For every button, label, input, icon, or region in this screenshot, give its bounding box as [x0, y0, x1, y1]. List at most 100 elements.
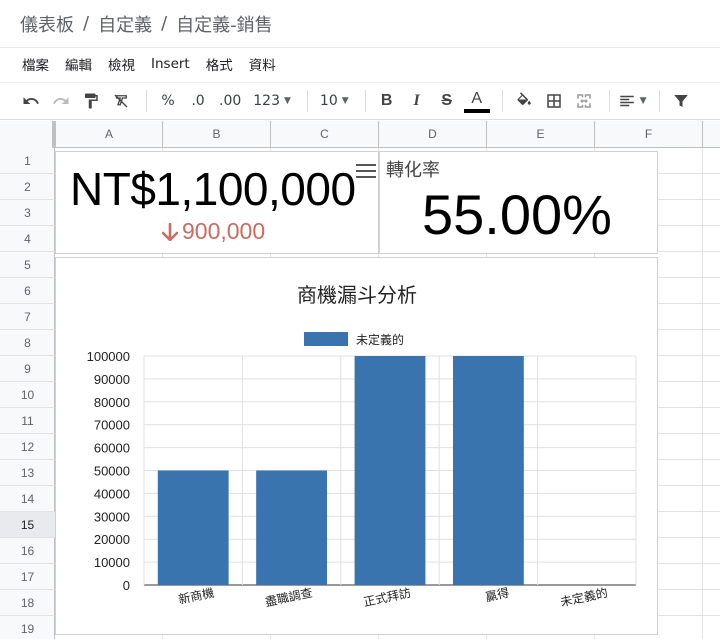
row-header[interactable]: 8: [0, 330, 55, 356]
toolbar-divider: [501, 90, 503, 112]
chevron-down-icon: ▼: [284, 96, 291, 106]
toolbar: % .0 .00 123 ▼ 10 ▼ B I S A ▼: [0, 82, 720, 120]
breadcrumb-separator: /: [161, 13, 168, 34]
revenue-value: NT$1,100,000: [70, 163, 356, 215]
column-header-e[interactable]: E: [486, 121, 594, 148]
row-header-bar: 1 2 3 4 5 6 7 8 9 10 11 12 13 14 15 16 1…: [0, 148, 55, 639]
row-header[interactable]: 13: [0, 460, 55, 486]
select-all-corner[interactable]: [0, 121, 55, 148]
x-tick-label: 贏得: [484, 585, 511, 605]
toolbar-divider: [658, 90, 660, 112]
y-tick-label: 0: [123, 578, 130, 593]
grid-line: [702, 148, 703, 639]
number-format-label: 123: [253, 93, 280, 109]
chart-bar[interactable]: [256, 470, 328, 586]
row-header[interactable]: 12: [0, 434, 55, 460]
row-header[interactable]: 4: [0, 226, 55, 252]
breadcrumb-custom[interactable]: 自定義: [98, 11, 152, 37]
borders-icon[interactable]: [541, 87, 567, 115]
x-tick-label: 未定義的: [559, 585, 609, 610]
row-header[interactable]: 18: [0, 590, 55, 616]
column-header-bar: A B C D E F: [0, 121, 720, 148]
clear-format-icon[interactable]: [108, 87, 134, 115]
y-tick-label: 70000: [94, 418, 130, 433]
chart-bar[interactable]: [452, 356, 524, 585]
revenue-delta-value: 900,000: [182, 218, 266, 244]
strikethrough-button[interactable]: S: [434, 87, 460, 115]
column-header-d[interactable]: D: [378, 121, 486, 148]
row-header[interactable]: 17: [0, 564, 55, 590]
percent-format-button[interactable]: %: [155, 87, 181, 115]
conversion-value: 55.00%: [422, 183, 612, 246]
funnel-bar-chart[interactable]: 商機漏斗分析 未定義的 100000 90000 80000 70000 60000 50…: [55, 257, 658, 635]
undo-icon[interactable]: [18, 87, 44, 115]
row-header-selected[interactable]: 15: [0, 512, 55, 538]
legend-label: 未定義的: [356, 332, 404, 347]
column-header-b[interactable]: B: [162, 121, 270, 148]
row-header[interactable]: 10: [0, 382, 55, 408]
row-header[interactable]: 5: [0, 252, 55, 278]
y-tick-label: 40000: [94, 486, 130, 501]
column-header-g[interactable]: [702, 121, 720, 148]
menu-view[interactable]: 檢視: [100, 50, 143, 78]
x-tick-label: 盡職調查: [264, 586, 314, 610]
conversion-scorecard[interactable]: 轉化率 55.00%: [379, 151, 658, 254]
y-tick-label: 50000: [94, 464, 130, 479]
row-header[interactable]: 7: [0, 304, 55, 330]
toolbar-divider: [306, 90, 308, 112]
font-size-dropdown[interactable]: 10 ▼: [316, 87, 353, 115]
fill-color-icon[interactable]: [511, 87, 537, 115]
row-header[interactable]: 1: [0, 148, 55, 174]
menu-edit[interactable]: 編輯: [57, 50, 100, 78]
number-format-dropdown[interactable]: 123 ▼: [249, 87, 295, 115]
legend-swatch: [304, 332, 348, 346]
breadcrumb-dashboard[interactable]: 儀表板: [20, 11, 74, 37]
menu-file[interactable]: 檔案: [14, 50, 57, 78]
chart-canvas: 商機漏斗分析 未定義的 1000009000080000700006000050…: [87, 283, 637, 610]
breadcrumb-current: 自定義-銷售: [176, 14, 273, 36]
row-header[interactable]: 16: [0, 538, 55, 564]
menu-format[interactable]: 格式: [198, 50, 241, 78]
decrease-decimal-button[interactable]: .0: [185, 87, 211, 115]
row-header[interactable]: 9: [0, 356, 55, 382]
breadcrumb-separator: /: [83, 13, 90, 34]
redo-icon[interactable]: [48, 87, 74, 115]
row-header[interactable]: 19: [0, 616, 55, 639]
menu-data[interactable]: 資料: [241, 50, 284, 78]
hamburger-menu-icon[interactable]: [356, 164, 376, 180]
column-header-f[interactable]: F: [594, 121, 702, 148]
text-color-button[interactable]: A: [463, 89, 490, 113]
row-header[interactable]: 2: [0, 174, 55, 200]
horizontal-align-dropdown[interactable]: ▼: [618, 87, 647, 115]
chart-bar[interactable]: [157, 470, 229, 586]
menu-bar: 檔案 編輯 檢視 Insert 格式 資料: [0, 48, 720, 80]
paint-format-icon[interactable]: [78, 87, 104, 115]
column-header-c[interactable]: C: [270, 121, 378, 148]
row-header[interactable]: 3: [0, 200, 55, 226]
x-tick-label: 新商機: [177, 585, 215, 607]
chevron-down-icon: ▼: [639, 96, 647, 106]
merge-cells-icon[interactable]: [571, 87, 597, 115]
revenue-scorecard[interactable]: NT$1,100,000 900,000: [55, 151, 379, 254]
chart-bar[interactable]: [354, 356, 426, 585]
row-header[interactable]: 14: [0, 486, 55, 512]
conversion-label: 轉化率: [386, 160, 440, 181]
y-tick-label: 100000: [87, 349, 130, 364]
italic-button[interactable]: I: [404, 87, 430, 115]
row-header[interactable]: 6: [0, 278, 55, 304]
revenue-delta: 900,000: [162, 218, 265, 245]
arrow-down-icon: [162, 222, 178, 241]
bold-button[interactable]: B: [374, 87, 400, 115]
row-header[interactable]: 11: [0, 408, 55, 434]
toolbar-divider: [364, 90, 366, 112]
y-tick-label: 80000: [94, 395, 130, 410]
y-tick-label: 30000: [94, 509, 130, 524]
chart-legend: 未定義的: [304, 332, 404, 347]
increase-decimal-button[interactable]: .00: [215, 87, 245, 115]
filter-icon[interactable]: [668, 87, 694, 115]
toolbar-divider: [146, 90, 147, 112]
toolbar-divider: [608, 90, 610, 112]
column-header-a[interactable]: A: [55, 121, 162, 148]
y-tick-label: 20000: [94, 532, 130, 547]
menu-insert[interactable]: Insert: [143, 52, 198, 76]
